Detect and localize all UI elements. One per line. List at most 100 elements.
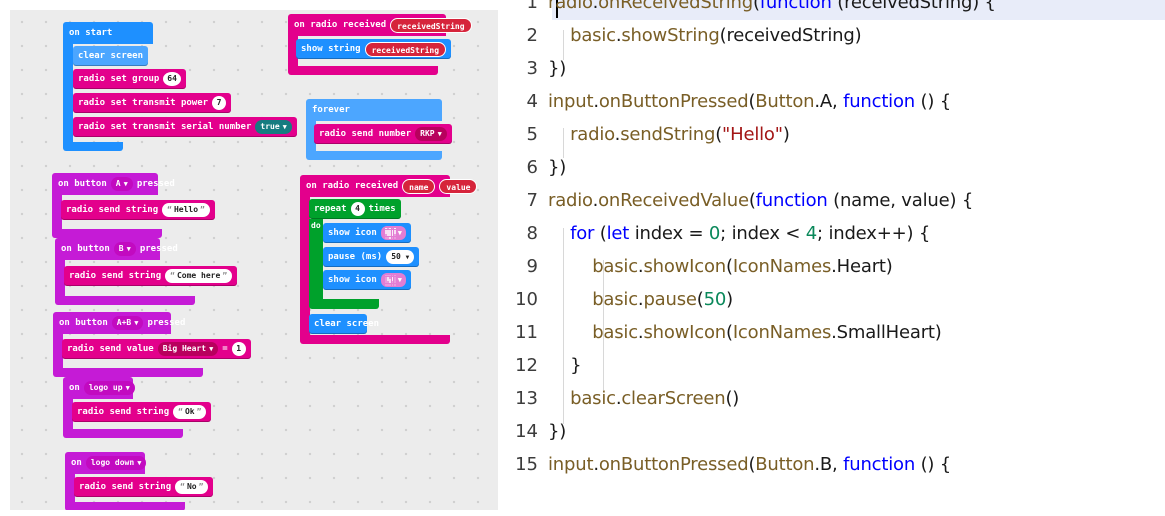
code-line[interactable]: 3}): [508, 52, 1165, 86]
radio-send-string-come-here-block[interactable]: radio send string Come here: [64, 266, 238, 286]
radio-send-number-block[interactable]: radio send number RKP ▼: [314, 124, 452, 144]
code-line[interactable]: 2 basic.showString(receivedString): [508, 19, 1165, 53]
received-string-variable[interactable]: receivedString: [390, 17, 472, 33]
clear-screen-block-2[interactable]: clear screen: [309, 314, 379, 334]
on-radio-received-value-block[interactable]: on radio received name value repeat 4 ti…: [300, 175, 478, 344]
hello-string-input[interactable]: Hello: [162, 203, 210, 217]
code-text[interactable]: }): [548, 415, 566, 449]
on-button-ab-block[interactable]: on button A+B ▼ pressed radio send value …: [53, 312, 263, 377]
clear-screen-block[interactable]: clear screen: [73, 46, 149, 66]
on-button-b-block[interactable]: on button B▼ pressed radio send string C…: [55, 238, 238, 305]
radio-set-group-block[interactable]: radio set group 64: [73, 69, 186, 89]
on-logo-up-header[interactable]: on logo up ▼: [63, 377, 135, 399]
ok-string-input[interactable]: Ok: [173, 405, 207, 419]
code-line[interactable]: 13 basic.clearScreen(): [508, 382, 1165, 416]
heart-icon: [384, 227, 396, 239]
code-text[interactable]: basic.showString(receivedString): [548, 19, 861, 53]
button-a-dropdown[interactable]: A ▼: [110, 177, 133, 191]
on-logo-up-block[interactable]: on logo up▼ radio send string Ok: [63, 377, 212, 438]
on-radio-received-string-block[interactable]: on radio received receivedString show st…: [288, 14, 472, 75]
code-text[interactable]: }): [548, 151, 566, 185]
chevron-down-icon: ▼: [209, 345, 214, 353]
no-string-input[interactable]: No: [175, 480, 209, 494]
code-line[interactable]: 6}): [508, 151, 1165, 185]
on-button-a-header[interactable]: on button A ▼ pressed: [52, 173, 175, 195]
on-logo-down-block[interactable]: on logo down▼ radio send string No: [65, 452, 214, 510]
forever-block[interactable]: forever radio send number RKP ▼: [306, 99, 452, 160]
code-text[interactable]: radio.onReceivedString(function (receive…: [548, 0, 996, 20]
pause-ms-input[interactable]: 50 ▼: [386, 250, 415, 264]
code-line[interactable]: 11 basic.showIcon(IconNames.SmallHeart): [508, 316, 1165, 350]
button-b-dropdown[interactable]: B ▼: [113, 242, 136, 256]
radio-send-string-no-block[interactable]: radio send string No: [74, 477, 214, 497]
line-number: 1: [526, 0, 538, 13]
code-line[interactable]: 7 radio.onReceivedValue(function (name, v…: [508, 184, 1165, 218]
code-line[interactable]: 12 }: [508, 349, 1165, 383]
chevron-down-icon: ▼: [134, 319, 139, 327]
show-string-block[interactable]: show string receivedString: [296, 39, 452, 59]
value-variable[interactable]: value: [439, 178, 478, 194]
code-text[interactable]: }: [548, 349, 581, 383]
repeat-count-input[interactable]: 4: [350, 202, 365, 216]
on-radio-received-value-header[interactable]: on radio received name value: [300, 175, 478, 197]
on-button-b-header[interactable]: on button B ▼ pressed: [55, 238, 178, 260]
name-variable[interactable]: name: [402, 178, 436, 194]
code-line[interactable]: 15 input.onButtonPressed(Button.B, functi…: [508, 448, 1165, 482]
code-line[interactable]: 10 basic.pause(50): [508, 283, 1165, 317]
radio-send-string-hello-block[interactable]: radio send string Hello: [61, 200, 215, 220]
code-line[interactable]: 8 for (let index = 0; index < 4; index++…: [508, 217, 1165, 251]
show-icon-small-heart-block[interactable]: show icon ▼: [323, 270, 411, 290]
rkp-variable-dropdown[interactable]: RKP ▼: [415, 127, 447, 141]
code-text[interactable]: input.onButtonPressed(Button.A, function…: [548, 85, 951, 119]
on-button-a-block[interactable]: on button A▼ pressed radio send string H…: [52, 173, 215, 238]
repeat-loop-block[interactable]: repeat 4 times do show icon ▼ pause (ms)…: [309, 199, 420, 309]
on-start-block[interactable]: on start clear screen radio set group 64…: [63, 22, 297, 151]
logo-up-dropdown[interactable]: logo up ▼: [83, 381, 135, 395]
code-text[interactable]: basic.clearScreen(): [548, 382, 739, 416]
send-value-number-input[interactable]: 1: [231, 342, 246, 356]
on-logo-down-header[interactable]: on logo down ▼: [65, 452, 147, 474]
code-line[interactable]: 14}): [508, 415, 1165, 449]
forever-header[interactable]: forever: [306, 99, 442, 121]
on-start-header[interactable]: on start: [63, 22, 153, 44]
chevron-down-icon: ▼: [397, 229, 402, 237]
logo-down-dropdown[interactable]: logo down ▼: [85, 456, 147, 470]
code-text[interactable]: radio.sendString("Hello"): [548, 118, 790, 152]
line-number: 4: [526, 91, 538, 112]
heart-icon-picker[interactable]: ▼: [380, 226, 406, 240]
come-here-string-input[interactable]: Come here: [165, 269, 233, 283]
radio-send-string-ok-block[interactable]: radio send string Ok: [72, 402, 212, 422]
radio-set-serial-block[interactable]: radio set transmit serial number true ▼: [73, 117, 297, 137]
code-text[interactable]: }): [548, 52, 566, 86]
button-ab-dropdown[interactable]: A+B ▼: [111, 316, 144, 330]
code-text[interactable]: basic.showIcon(IconNames.Heart): [548, 250, 893, 284]
small-heart-icon-picker[interactable]: ▼: [380, 273, 406, 287]
pause-block[interactable]: pause (ms) 50 ▼: [323, 247, 420, 267]
code-line[interactable]: 5 radio.sendString("Hello"): [508, 118, 1165, 152]
code-text[interactable]: for (let index = 0; index < 4; index++) …: [548, 217, 930, 251]
code-text[interactable]: basic.pause(50): [548, 283, 733, 317]
radio-send-value-block[interactable]: radio send value Big Heart ▼ = 1: [62, 339, 251, 359]
group-number-input[interactable]: 64: [163, 72, 181, 86]
do-label: do: [311, 221, 321, 230]
received-string-reporter[interactable]: receivedString: [364, 41, 447, 57]
code-text[interactable]: basic.showIcon(IconNames.SmallHeart): [548, 316, 942, 350]
serial-boolean-dropdown[interactable]: true ▼: [255, 120, 292, 134]
code-line[interactable]: 9 basic.showIcon(IconNames.Heart): [508, 250, 1165, 284]
code-text[interactable]: input.onButtonPressed(Button.B, function…: [548, 448, 951, 482]
show-icon-heart-block[interactable]: show icon ▼: [323, 223, 411, 243]
line-number: 6: [526, 157, 538, 178]
power-number-input[interactable]: 7: [212, 96, 227, 110]
code-text[interactable]: radio.onReceivedValue(function (name, va…: [548, 184, 973, 218]
big-heart-variable-dropdown[interactable]: Big Heart ▼: [157, 342, 219, 356]
blocks-workspace[interactable]: on start clear screen radio set group 64…: [10, 10, 498, 510]
repeat-header[interactable]: repeat 4 times: [309, 199, 401, 219]
radio-set-transmit-power-block[interactable]: radio set transmit power 7: [73, 93, 232, 113]
code-line[interactable]: 4 input.onButtonPressed(Button.A, functio…: [508, 85, 1165, 119]
code-editor[interactable]: 1 radio.onReceivedString(function (receiv…: [508, 0, 1165, 516]
line-number: 12: [515, 355, 538, 376]
on-button-ab-header[interactable]: on button A+B ▼ pressed: [53, 312, 185, 334]
code-line[interactable]: 1 radio.onReceivedString(function (receiv…: [508, 0, 1165, 20]
line-number: 9: [526, 256, 538, 277]
on-radio-received-string-header[interactable]: on radio received receivedString: [288, 14, 472, 36]
